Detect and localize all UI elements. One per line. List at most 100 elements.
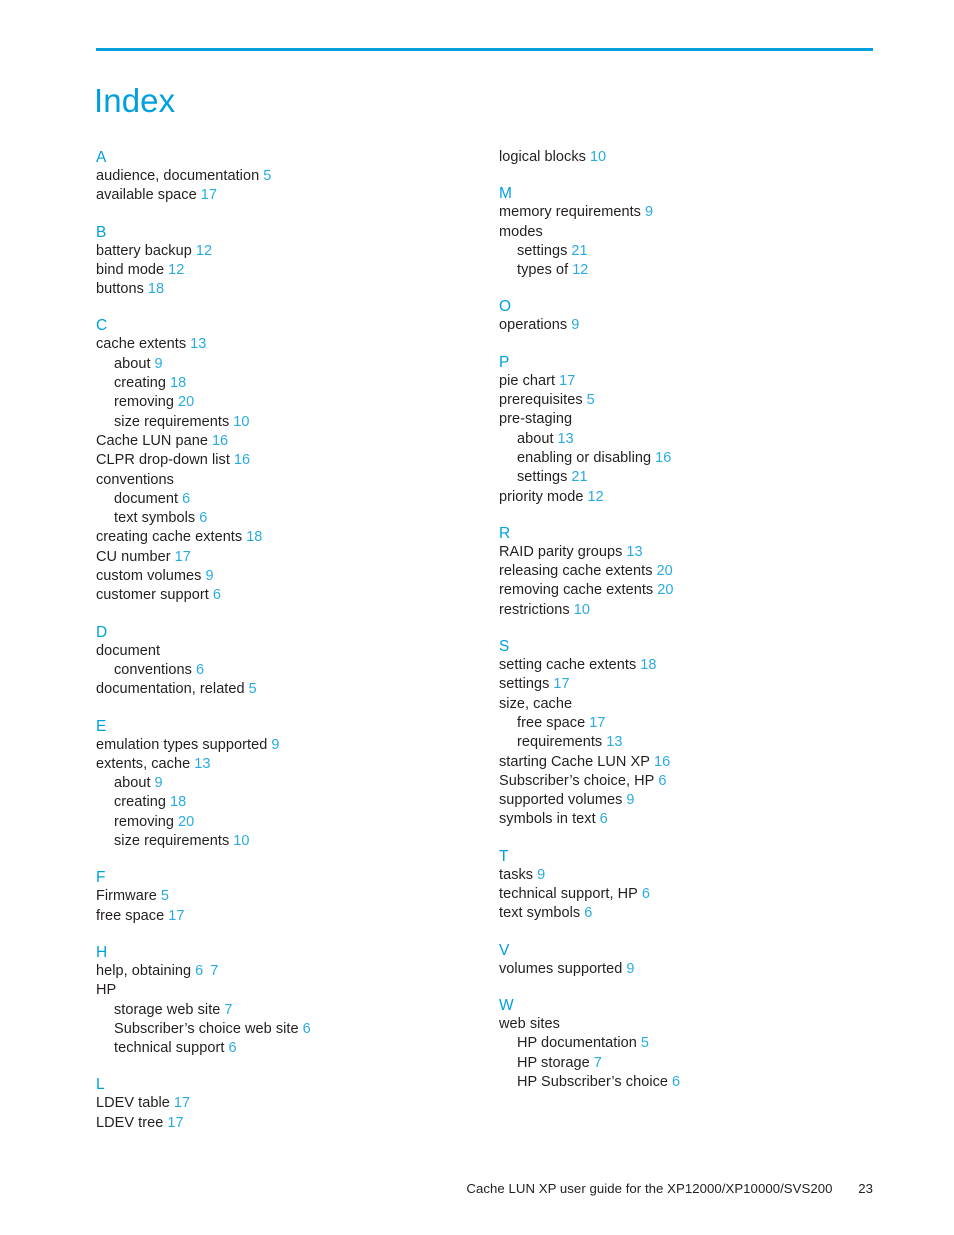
page-reference[interactable]: 6	[182, 491, 190, 507]
page-reference[interactable]: 9	[271, 737, 279, 753]
index-entry[interactable]: settings 17	[499, 675, 884, 694]
page-reference[interactable]: 5	[641, 1035, 649, 1051]
page-reference[interactable]: 9	[205, 568, 213, 584]
index-entry[interactable]: CU number 17	[96, 548, 481, 567]
index-entry[interactable]: removing cache extents 20	[499, 581, 884, 600]
page-reference[interactable]: 5	[161, 888, 169, 904]
index-entry[interactable]: documentation, related 5	[96, 680, 481, 699]
page-reference[interactable]: 10	[233, 414, 249, 430]
page-reference[interactable]: 9	[155, 356, 163, 372]
index-entry[interactable]: free space 17	[96, 907, 481, 926]
page-reference[interactable]: 17	[175, 549, 191, 565]
index-entry[interactable]: audience, documentation 5	[96, 167, 481, 186]
page-reference[interactable]: 10	[233, 833, 249, 849]
page-reference[interactable]: 18	[640, 657, 656, 673]
page-reference[interactable]: 9	[155, 775, 163, 791]
index-subentry[interactable]: storage web site 7	[96, 1001, 481, 1020]
page-reference[interactable]: 6	[228, 1040, 236, 1056]
page-reference[interactable]: 6	[600, 811, 608, 827]
page-reference[interactable]: 16	[654, 754, 670, 770]
page-reference[interactable]: 9	[537, 867, 545, 883]
index-entry[interactable]: Subscriber’s choice, HP 6	[499, 772, 884, 791]
page-reference[interactable]: 18	[246, 529, 262, 545]
page-reference[interactable]: 6	[658, 773, 666, 789]
page-reference[interactable]: 13	[190, 336, 206, 352]
index-entry[interactable]: restrictions 10	[499, 601, 884, 620]
index-entry[interactable]: setting cache extents 18	[499, 656, 884, 675]
page-reference[interactable]: 17	[589, 715, 605, 731]
index-entry[interactable]: LDEV table 17	[96, 1094, 481, 1113]
index-subentry[interactable]: HP Subscriber’s choice 6	[499, 1073, 884, 1092]
index-subentry[interactable]: types of 12	[499, 261, 884, 280]
index-entry[interactable]: Firmware 5	[96, 887, 481, 906]
page-reference[interactable]: 7	[210, 963, 218, 979]
page-reference[interactable]: 13	[606, 734, 622, 750]
page-reference[interactable]: 5	[587, 392, 595, 408]
index-entry[interactable]: document	[96, 642, 481, 661]
page-reference[interactable]: 16	[212, 433, 228, 449]
index-subentry[interactable]: free space 17	[499, 714, 884, 733]
index-subentry[interactable]: HP storage 7	[499, 1054, 884, 1073]
page-reference[interactable]: 9	[645, 204, 653, 220]
page-reference[interactable]: 12	[572, 262, 588, 278]
index-subentry[interactable]: size requirements 10	[96, 832, 481, 851]
page-reference[interactable]: 21	[571, 243, 587, 259]
page-reference[interactable]: 16	[655, 450, 671, 466]
page-reference[interactable]: 5	[249, 681, 257, 697]
page-reference[interactable]: 6	[642, 886, 650, 902]
index-entry[interactable]: logical blocks 10	[499, 148, 884, 167]
page-reference[interactable]: 17	[174, 1095, 190, 1111]
index-subentry[interactable]: creating 18	[96, 793, 481, 812]
index-entry[interactable]: size, cache	[499, 695, 884, 714]
page-reference[interactable]: 17	[201, 187, 217, 203]
page-reference[interactable]: 17	[553, 676, 569, 692]
index-subentry[interactable]: removing 20	[96, 813, 481, 832]
index-entry[interactable]: emulation types supported 9	[96, 736, 481, 755]
page-reference[interactable]: 9	[571, 317, 579, 333]
page-reference[interactable]: 18	[148, 281, 164, 297]
index-entry[interactable]: modes	[499, 223, 884, 242]
index-subentry[interactable]: creating 18	[96, 374, 481, 393]
index-entry[interactable]: conventions	[96, 471, 481, 490]
page-reference[interactable]: 20	[657, 582, 673, 598]
page-reference[interactable]: 18	[170, 375, 186, 391]
index-entry[interactable]: bind mode 12	[96, 261, 481, 280]
page-reference[interactable]: 17	[559, 373, 575, 389]
index-entry[interactable]: customer support 6	[96, 586, 481, 605]
index-entry[interactable]: tasks 9	[499, 866, 884, 885]
index-subentry[interactable]: size requirements 10	[96, 413, 481, 432]
index-entry[interactable]: help, obtaining 6 7	[96, 962, 481, 981]
page-reference[interactable]: 9	[626, 961, 634, 977]
index-subentry[interactable]: enabling or disabling 16	[499, 449, 884, 468]
index-subentry[interactable]: Subscriber’s choice web site 6	[96, 1020, 481, 1039]
index-subentry[interactable]: HP documentation 5	[499, 1034, 884, 1053]
index-entry[interactable]: battery backup 12	[96, 242, 481, 261]
index-entry[interactable]: available space 17	[96, 186, 481, 205]
index-entry[interactable]: technical support, HP 6	[499, 885, 884, 904]
index-subentry[interactable]: about 13	[499, 430, 884, 449]
index-entry[interactable]: LDEV tree 17	[96, 1114, 481, 1133]
page-reference[interactable]: 10	[574, 602, 590, 618]
index-entry[interactable]: releasing cache extents 20	[499, 562, 884, 581]
index-entry[interactable]: HP	[96, 981, 481, 1000]
index-entry[interactable]: CLPR drop-down list 16	[96, 451, 481, 470]
index-entry[interactable]: supported volumes 9	[499, 791, 884, 810]
index-subentry[interactable]: technical support 6	[96, 1039, 481, 1058]
index-entry[interactable]: extents, cache 13	[96, 755, 481, 774]
index-entry[interactable]: prerequisites 5	[499, 391, 884, 410]
index-entry[interactable]: RAID parity groups 13	[499, 543, 884, 562]
index-subentry[interactable]: about 9	[96, 355, 481, 374]
index-entry[interactable]: cache extents 13	[96, 335, 481, 354]
page-reference[interactable]: 20	[178, 814, 194, 830]
page-reference[interactable]: 12	[168, 262, 184, 278]
page-reference[interactable]: 17	[168, 908, 184, 924]
page-reference[interactable]: 7	[594, 1055, 602, 1071]
page-reference[interactable]: 6	[672, 1074, 680, 1090]
page-reference[interactable]: 6	[213, 587, 221, 603]
page-reference[interactable]: 6	[199, 510, 207, 526]
index-entry[interactable]: symbols in text 6	[499, 810, 884, 829]
index-entry[interactable]: buttons 18	[96, 280, 481, 299]
page-reference[interactable]: 5	[263, 168, 271, 184]
index-entry[interactable]: creating cache extents 18	[96, 528, 481, 547]
page-reference[interactable]: 16	[234, 452, 250, 468]
